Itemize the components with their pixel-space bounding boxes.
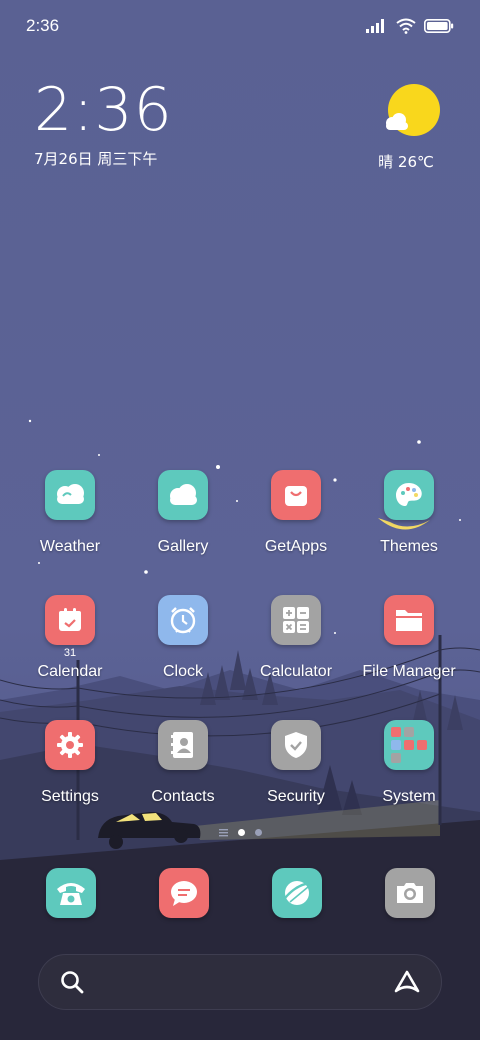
app-label: File Manager bbox=[362, 663, 456, 680]
app-system-folder[interactable]: System bbox=[353, 720, 465, 830]
app-weather[interactable]: Weather bbox=[14, 470, 126, 580]
app-label: Clock bbox=[162, 663, 203, 680]
app-file-manager[interactable]: File Manager bbox=[353, 595, 465, 705]
app-settings[interactable]: Settings bbox=[14, 720, 126, 830]
folder-icon bbox=[384, 595, 434, 645]
shield-icon bbox=[271, 720, 321, 770]
app-label: Themes bbox=[380, 538, 438, 555]
calendar-icon bbox=[45, 595, 95, 645]
app-calendar[interactable]: 31 Calendar bbox=[14, 595, 126, 705]
browser-icon bbox=[284, 881, 312, 905]
dock-messages-button[interactable] bbox=[159, 868, 209, 918]
app-label: GetApps bbox=[264, 538, 328, 555]
calculator-icon bbox=[271, 595, 321, 645]
app-label: Calculator bbox=[259, 663, 333, 680]
app-calculator[interactable]: Calculator bbox=[240, 595, 352, 705]
sun-cloud-icon bbox=[386, 84, 440, 136]
status-icons bbox=[366, 18, 454, 34]
status-bar: 2:36 bbox=[0, 0, 480, 52]
page-dot[interactable] bbox=[254, 829, 262, 836]
palette-icon bbox=[384, 470, 434, 520]
clock-widget-time: 2:36 bbox=[34, 75, 173, 145]
app-security[interactable]: Security bbox=[240, 720, 352, 830]
app-gallery[interactable]: Gallery bbox=[127, 470, 239, 580]
gear-icon bbox=[45, 720, 95, 770]
contacts-icon bbox=[158, 720, 208, 770]
wifi-icon bbox=[396, 18, 416, 34]
search-bar[interactable] bbox=[38, 954, 442, 1010]
app-label: Gallery bbox=[157, 538, 209, 555]
alarm-clock-icon bbox=[158, 595, 208, 645]
dock-phone-button[interactable] bbox=[46, 868, 96, 918]
clock-widget-date: 7月26日 周三下午 bbox=[34, 150, 158, 168]
calendar-day-badge: 31 bbox=[63, 647, 77, 659]
assistant-icon[interactable] bbox=[393, 969, 421, 995]
app-label: Security bbox=[267, 788, 325, 805]
folder-grid-icon bbox=[384, 720, 434, 770]
phone-icon bbox=[57, 883, 85, 905]
app-label: Contacts bbox=[151, 788, 215, 805]
app-clock[interactable]: Clock bbox=[127, 595, 239, 705]
page-indicator[interactable] bbox=[0, 828, 480, 837]
app-label: Settings bbox=[41, 788, 99, 805]
app-label: Calendar bbox=[37, 663, 103, 680]
clock-widget[interactable]: 2:36 7月26日 周三下午 bbox=[34, 76, 173, 169]
weather-text: 晴 26℃ bbox=[378, 153, 434, 171]
status-time: 2:36 bbox=[26, 16, 60, 35]
app-label: System bbox=[382, 788, 436, 805]
app-getapps[interactable]: GetApps bbox=[240, 470, 352, 580]
battery-icon bbox=[424, 19, 454, 33]
cloud-icon bbox=[158, 470, 208, 520]
app-themes[interactable]: Themes bbox=[353, 470, 465, 580]
app-contacts[interactable]: Contacts bbox=[127, 720, 239, 830]
app-label: Weather bbox=[39, 538, 101, 555]
dock-browser-button[interactable] bbox=[272, 868, 322, 918]
page-dot-active[interactable] bbox=[237, 829, 245, 836]
signal-icon bbox=[366, 19, 384, 33]
shopping-bag-icon bbox=[271, 470, 321, 520]
dock-camera-button[interactable] bbox=[385, 868, 435, 918]
message-icon bbox=[171, 881, 197, 906]
search-icon[interactable] bbox=[59, 969, 85, 995]
weather-icon bbox=[45, 470, 95, 520]
weather-widget[interactable]: 晴 26℃ bbox=[366, 84, 446, 172]
camera-icon bbox=[397, 883, 423, 903]
app-drawer-icon bbox=[218, 829, 228, 837]
